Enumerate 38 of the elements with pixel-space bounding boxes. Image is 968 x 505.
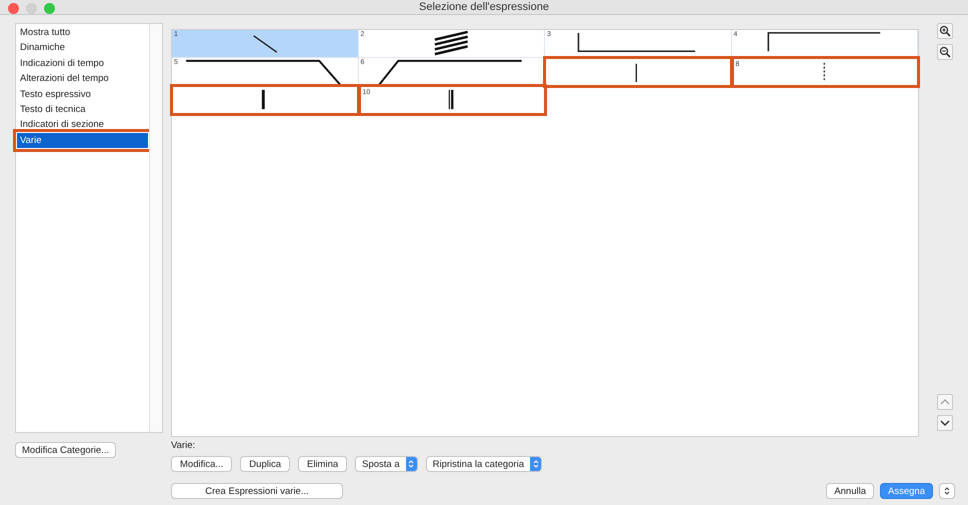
popup-button[interactable]: Sposta a (355, 456, 418, 472)
category-label: Varie: (171, 440, 196, 451)
create-button[interactable]: Crea Espressioni varie... (171, 483, 343, 499)
dotted-line-icon (823, 62, 824, 82)
popup-button[interactable]: Ripristina la categoria (426, 456, 542, 472)
bracket-line-icon (767, 32, 880, 52)
angled-line-icon (186, 60, 342, 85)
action-button[interactable]: Duplica (240, 456, 290, 472)
edit-categories-button[interactable]: Modifica Categorie... (15, 442, 116, 458)
category-item[interactable]: Alterazioni del tempo (17, 71, 148, 87)
cancel-button[interactable]: Annulla (826, 483, 874, 499)
scroll-down-icon[interactable] (937, 415, 953, 431)
scroll-up-icon[interactable] (937, 394, 953, 410)
stepper-icon (530, 457, 541, 471)
category-item[interactable]: Indicazioni di tempo (17, 56, 148, 72)
bracket-line-icon (578, 32, 696, 52)
options-stepper-icon[interactable] (939, 483, 955, 499)
vertical-line-icon (636, 64, 637, 82)
zoom-in-icon[interactable] (937, 23, 953, 39)
close-button[interactable] (8, 3, 19, 14)
expression-cell[interactable] (172, 86, 358, 114)
category-item[interactable]: Dinamiche (17, 40, 148, 56)
action-button[interactable]: Elimina (298, 456, 348, 472)
window-title: Selezione dell'espressione (419, 1, 549, 13)
expression-cell[interactable] (545, 58, 732, 86)
double-bar-icon (448, 90, 453, 110)
zoom-out-icon[interactable] (937, 44, 953, 60)
stepper-icon (406, 457, 417, 471)
category-item[interactable]: Indicatori di sezione (17, 117, 148, 133)
action-button[interactable]: Modifica... (171, 456, 232, 472)
thick-bar-icon (262, 90, 265, 110)
category-item[interactable]: Mostra tutto (17, 25, 148, 40)
tremolo-strokes-icon (434, 30, 468, 56)
diagonal-line-icon (253, 35, 278, 53)
category-item[interactable]: Testo di tecnica (17, 102, 148, 118)
category-item[interactable]: Varie (17, 132, 148, 148)
category-item[interactable]: Testo espressivo (17, 86, 148, 102)
angled-line-icon (378, 60, 522, 85)
